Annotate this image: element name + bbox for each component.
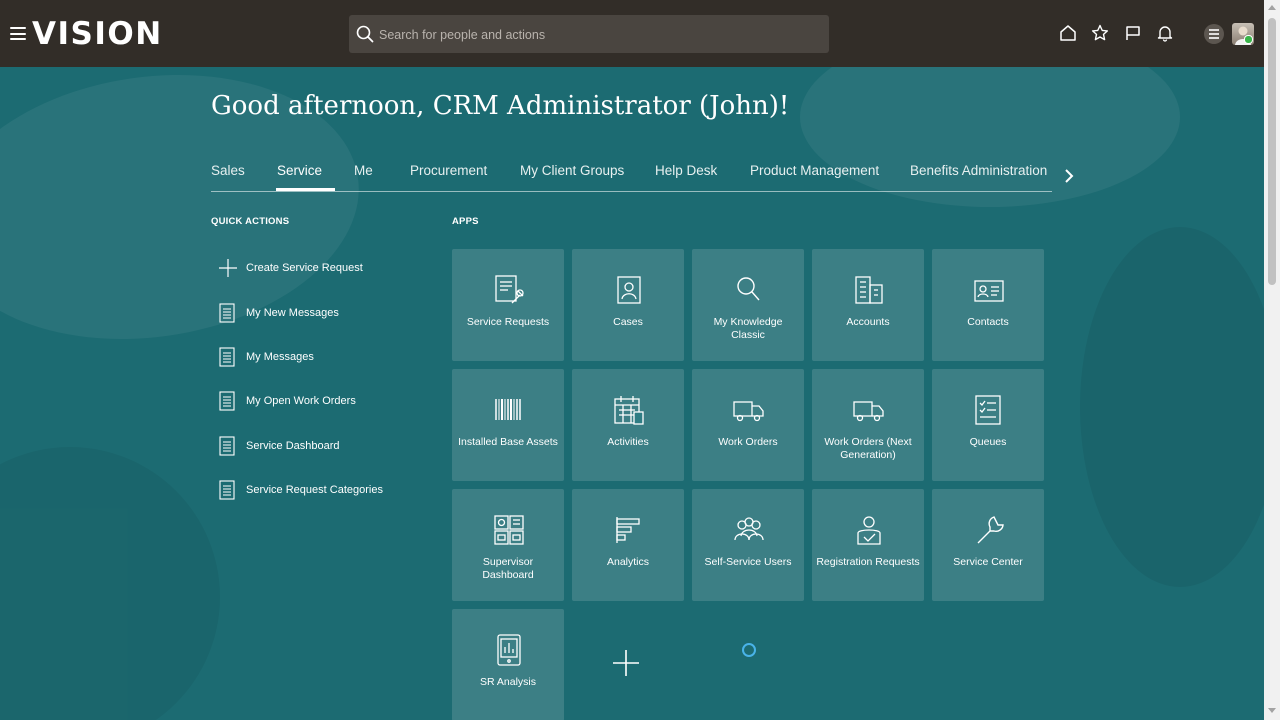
app-label: Accounts: [846, 316, 890, 328]
greeting-title: Good afternoon, CRM Administrator (John)…: [211, 91, 790, 121]
app-work-orders-next-generation[interactable]: Work Orders (Next Generation): [812, 369, 924, 481]
plus-icon: [219, 259, 237, 277]
scrollbar-thumb[interactable]: [1268, 18, 1276, 285]
tab-my-client-groups[interactable]: My Client Groups: [520, 163, 624, 178]
app-supervisor-dashboard[interactable]: Supervisor Dashboard: [452, 489, 564, 601]
app-installed-base-assets[interactable]: Installed Base Assets: [452, 369, 564, 481]
app-label: Service Requests: [466, 316, 550, 328]
app-label: SR Analysis: [479, 676, 537, 688]
background-shape: [0, 447, 220, 720]
truck-icon: [733, 401, 764, 422]
document-icon: [219, 436, 235, 456]
app-contacts[interactable]: Contacts: [932, 249, 1044, 361]
scroll-down-arrow[interactable]: [1268, 708, 1276, 713]
user-check-icon: [857, 516, 881, 545]
quick-action-label: My New Messages: [246, 307, 339, 319]
background-shape: [1080, 227, 1264, 587]
quick-action-label: My Open Work Orders: [246, 395, 356, 407]
tab-me[interactable]: Me: [354, 163, 373, 178]
search-icon: [356, 25, 374, 43]
tab-product-management[interactable]: Product Management: [750, 163, 879, 178]
springboard: Good afternoon, CRM Administrator (John)…: [0, 67, 1264, 720]
service-request-icon: [495, 275, 524, 304]
users-icon: [734, 517, 764, 541]
document-icon: [219, 480, 235, 500]
app-my-knowledge-classic[interactable]: My Knowledge Classic: [692, 249, 804, 361]
app-label: Work Orders (Next Generation): [824, 436, 912, 461]
quick-action-label: Create Service Request: [246, 262, 363, 274]
building-icon: [855, 276, 883, 304]
tablet-chart-icon: [497, 634, 521, 666]
app-analytics[interactable]: Analytics: [572, 489, 684, 601]
barcode-icon: [495, 399, 521, 420]
app-service-center[interactable]: Service Center: [932, 489, 1044, 601]
app-activities[interactable]: Activities: [572, 369, 684, 481]
app-label: My Knowledge Classic: [713, 316, 783, 341]
tab-benefits-administration[interactable]: Benefits Administration: [910, 163, 1047, 178]
flag-icon[interactable]: [1124, 24, 1142, 42]
app-label: Work Orders: [718, 436, 778, 448]
apps-title: APPS: [452, 216, 479, 227]
app-label: Contacts: [967, 316, 1009, 328]
loading-spinner-icon: [742, 643, 756, 657]
app-sr-analysis[interactable]: SR Analysis: [452, 609, 564, 720]
app-queues[interactable]: Queues: [932, 369, 1044, 481]
app-registration-requests[interactable]: Registration Requests: [812, 489, 924, 601]
app-accounts[interactable]: Accounts: [812, 249, 924, 361]
dashboard-icon: [494, 515, 524, 545]
case-icon: [617, 276, 641, 304]
global-header: VISION: [0, 0, 1264, 67]
app-label: Queues: [969, 436, 1007, 448]
bell-icon[interactable]: [1156, 24, 1174, 42]
app-label: Analytics: [606, 556, 649, 568]
app-cases[interactable]: Cases: [572, 249, 684, 361]
app-label: Supervisor Dashboard: [482, 556, 534, 581]
app-label: Self-Service Users: [704, 556, 792, 568]
app-self-service-users[interactable]: Self-Service Users: [692, 489, 804, 601]
vision-logo[interactable]: VISION: [32, 16, 163, 52]
tab-service[interactable]: Service: [275, 163, 336, 191]
app-label: Cases: [613, 316, 643, 328]
tab-procurement[interactable]: Procurement: [410, 163, 487, 178]
app-label: Activities: [607, 436, 649, 448]
document-icon: [219, 391, 235, 411]
presence-indicator: [1244, 35, 1253, 44]
quick-action-label: Service Request Categories: [246, 484, 383, 496]
navigator-menu-icon[interactable]: [10, 27, 26, 40]
quick-action-label: Service Dashboard: [246, 440, 340, 452]
quick-action-label: My Messages: [246, 351, 314, 363]
page-scrollbar[interactable]: [1264, 0, 1280, 720]
settings-icon[interactable]: [1204, 24, 1224, 44]
star-icon[interactable]: [1091, 24, 1109, 42]
app-label: Installed Base Assets: [458, 436, 558, 448]
truck-icon: [853, 401, 884, 422]
home-icon[interactable]: [1059, 24, 1077, 42]
app-service-requests[interactable]: Service Requests: [452, 249, 564, 361]
search-input[interactable]: [377, 15, 821, 55]
add-app-icon[interactable]: [612, 649, 640, 677]
chevron-right-icon[interactable]: [1062, 168, 1076, 184]
analytics-icon: [616, 517, 640, 543]
app-label: Registration Requests: [816, 556, 920, 568]
document-icon: [219, 303, 235, 323]
quick-actions-title: QUICK ACTIONS: [211, 216, 290, 227]
wrench-icon: [977, 516, 1004, 544]
document-icon: [219, 347, 235, 367]
search-icon: [737, 277, 760, 301]
scroll-up-arrow[interactable]: [1268, 5, 1276, 10]
checklist-icon: [975, 395, 1001, 425]
tab-sales[interactable]: Sales: [211, 163, 245, 178]
app-label: Service Center: [953, 556, 1023, 568]
avatar[interactable]: [1232, 23, 1254, 45]
calendar-icon: [614, 396, 644, 425]
tab-help-desk[interactable]: Help Desk: [655, 163, 717, 178]
springboard-tabs: Sales Service Me Procurement My Client G…: [211, 163, 1052, 192]
global-search[interactable]: [349, 15, 829, 55]
contact-card-icon: [974, 280, 1004, 302]
app-work-orders[interactable]: Work Orders: [692, 369, 804, 481]
list-settings-icon: [1209, 29, 1219, 39]
